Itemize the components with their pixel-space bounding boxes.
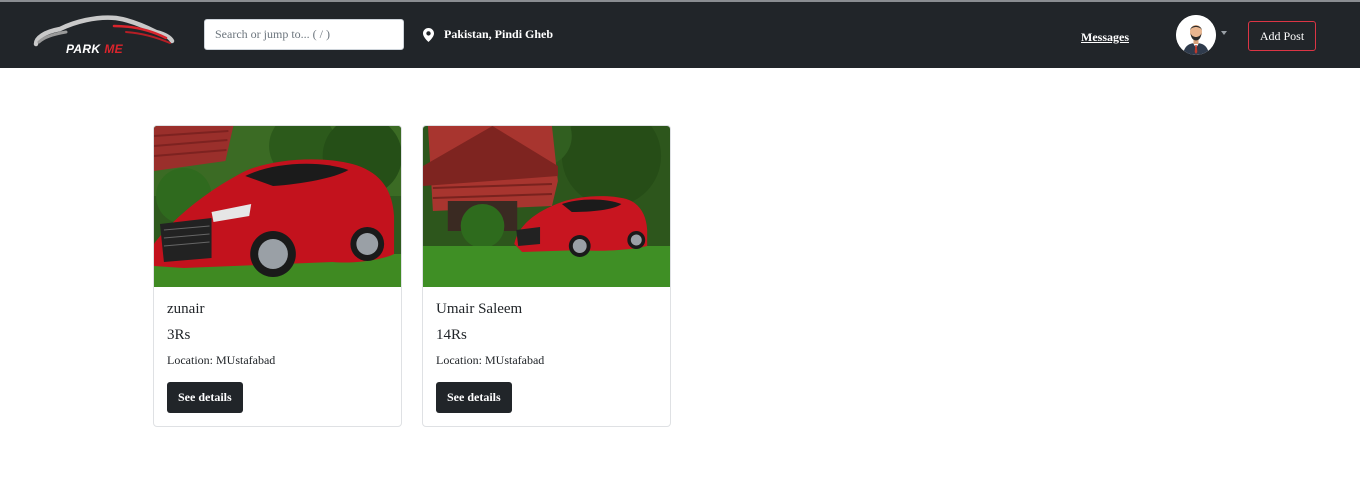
- listing-title: Umair Saleem: [436, 301, 523, 317]
- listing-price: 14Rs: [436, 327, 467, 343]
- car-photo-image: [423, 126, 670, 287]
- listing-card: zunair 3Rs Location: MUstafabad See deta…: [153, 125, 402, 427]
- see-details-button[interactable]: See details: [167, 382, 243, 413]
- logo-text-me: ME: [104, 42, 123, 56]
- listing-card: Umair Saleem 14Rs Location: MUstafabad S…: [422, 125, 671, 427]
- user-avatar-icon[interactable]: [1176, 15, 1216, 55]
- listing-location: Location: MUstafabad: [167, 353, 276, 367]
- top-navbar: PARKME Pakistan, Pindi Gheb Messages Add…: [0, 2, 1360, 68]
- park-me-logo[interactable]: PARK ME: [30, 12, 180, 60]
- listing-location: Location: MUstafabad: [436, 353, 545, 367]
- messages-link[interactable]: Messages: [1081, 30, 1129, 45]
- location-text: Pakistan, Pindi Gheb: [444, 27, 554, 41]
- see-details-button[interactable]: See details: [436, 382, 512, 413]
- car-photo-image: [154, 126, 401, 287]
- listing-title: zunair: [167, 301, 205, 317]
- search-input[interactable]: [204, 19, 404, 50]
- caret-down-icon[interactable]: [1221, 31, 1227, 35]
- add-post-button[interactable]: Add Post: [1248, 21, 1316, 51]
- location-selector[interactable]: Pakistan, Pindi Gheb: [423, 27, 553, 42]
- map-pin-icon: [423, 27, 434, 42]
- listing-price: 3Rs: [167, 327, 191, 343]
- logo-text-park: PARK: [66, 42, 101, 56]
